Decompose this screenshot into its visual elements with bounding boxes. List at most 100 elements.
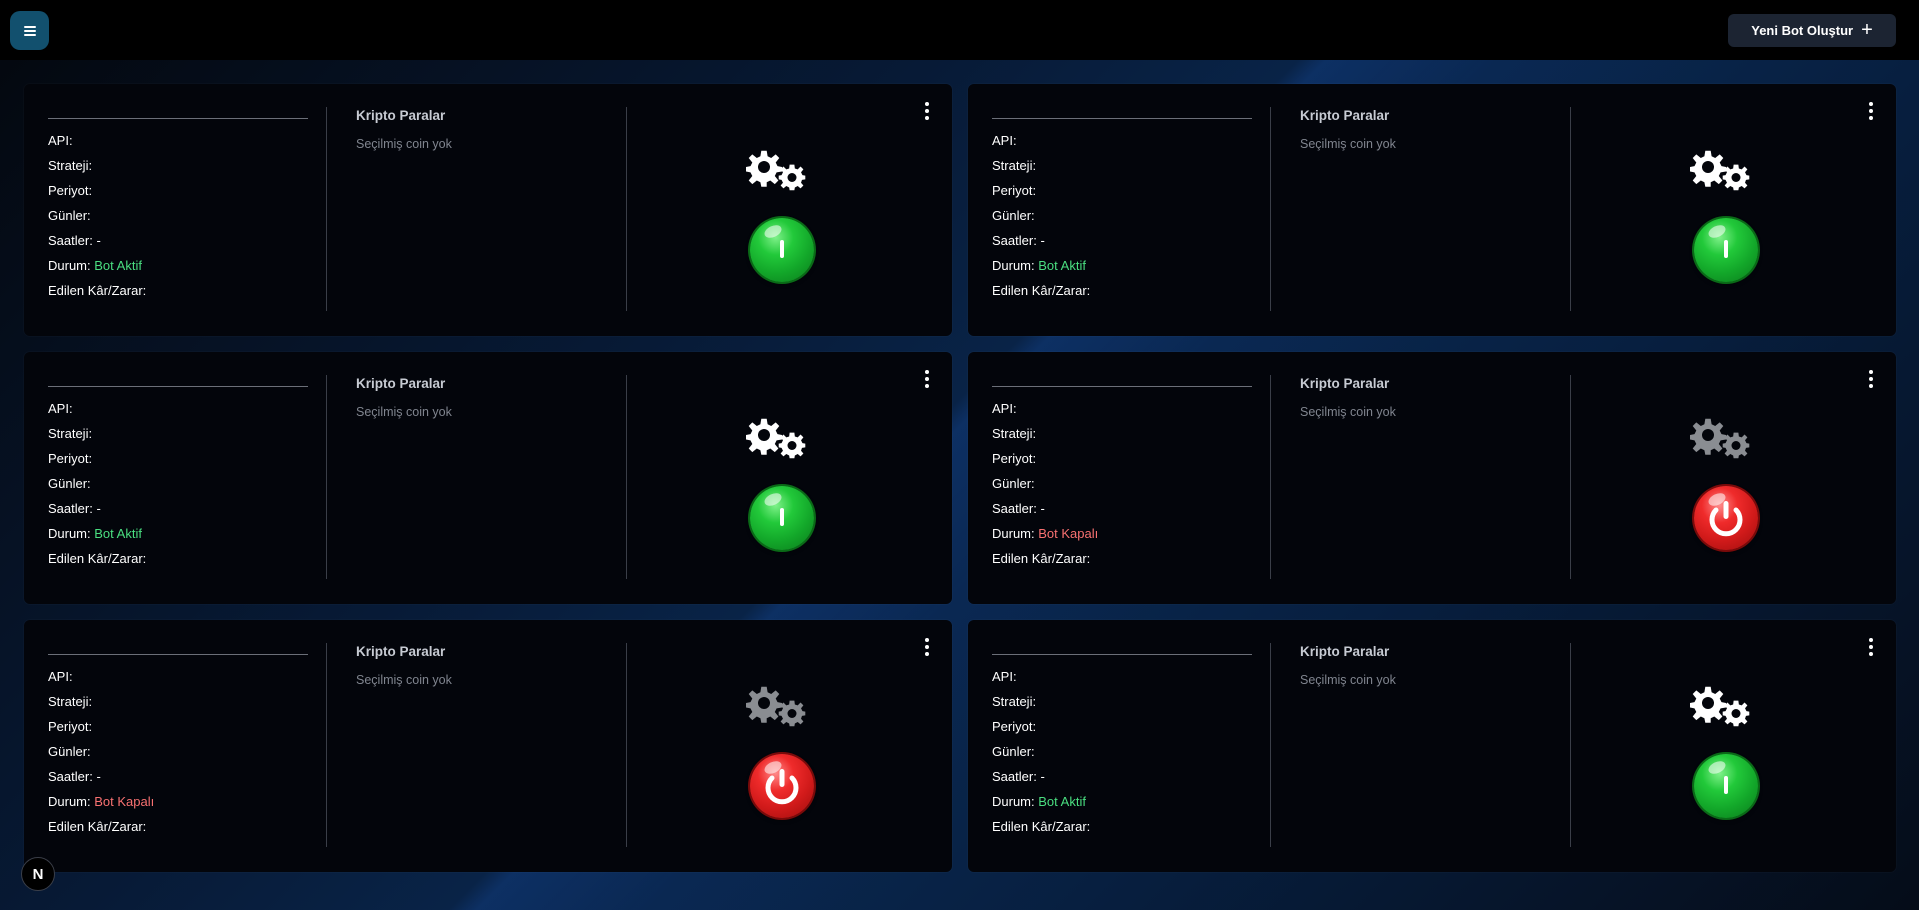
coins-title: Kripto Paralar <box>356 376 446 391</box>
strategy-row: Strateji: <box>992 694 1037 709</box>
period-row: Periyot: <box>48 719 93 734</box>
column-divider <box>326 107 327 311</box>
coins-title: Kripto Paralar <box>1300 644 1390 659</box>
power-icon <box>780 240 784 258</box>
power-button[interactable] <box>1694 486 1758 550</box>
kebab-menu-icon[interactable] <box>1864 100 1878 122</box>
pnl-row: Edilen Kâr/Zarar: <box>48 819 147 834</box>
coins-empty-text: Seçilmiş coin yok <box>356 405 452 419</box>
status-row: Durum: Bot Kapalı <box>992 526 1099 541</box>
top-bar: Yeni Bot Oluştur + <box>0 0 1919 60</box>
hours-value: - <box>96 501 101 516</box>
pnl-row: Edilen Kâr/Zarar: <box>992 283 1091 298</box>
api-row: API: <box>48 133 73 148</box>
coins-title: Kripto Paralar <box>356 108 446 123</box>
pnl-row: Edilen Kâr/Zarar: <box>992 819 1091 834</box>
power-button[interactable] <box>750 486 814 550</box>
status-value: Bot Aktif <box>1038 258 1086 273</box>
api-row: API: <box>992 669 1017 684</box>
status-value: Bot Aktif <box>94 258 142 273</box>
new-bot-button[interactable]: Yeni Bot Oluştur + <box>1728 14 1896 47</box>
pnl-row: Edilen Kâr/Zarar: <box>992 551 1091 566</box>
info-divider <box>48 654 308 655</box>
n-logo-badge[interactable]: N <box>21 857 55 891</box>
info-divider <box>48 118 308 119</box>
coins-empty-text: Seçilmiş coin yok <box>356 673 452 687</box>
kebab-menu-icon[interactable] <box>1864 368 1878 390</box>
hours-value: - <box>1040 501 1045 516</box>
bot-actions <box>1570 84 1872 336</box>
status-row: Durum: Bot Aktif <box>48 258 142 273</box>
hours-value: - <box>1040 233 1045 248</box>
gears-icon[interactable] <box>1690 150 1752 194</box>
power-button[interactable] <box>750 218 814 282</box>
coins-empty-text: Seçilmiş coin yok <box>356 137 452 151</box>
bot-card-6: API: Strateji: Periyot: Günler: Saatler:… <box>968 620 1896 872</box>
hours-value: - <box>96 233 101 248</box>
strategy-row: Strateji: <box>48 426 93 441</box>
column-divider <box>1270 643 1271 847</box>
pnl-row: Edilen Kâr/Zarar: <box>48 551 147 566</box>
api-row: API: <box>48 669 73 684</box>
gears-icon[interactable] <box>746 418 808 462</box>
kebab-menu-icon[interactable] <box>1864 636 1878 658</box>
column-divider <box>1270 375 1271 579</box>
power-icon <box>1724 776 1728 794</box>
hours-row: Saatler: - <box>48 233 101 248</box>
days-row: Günler: <box>48 208 91 223</box>
period-row: Periyot: <box>48 183 93 198</box>
power-icon <box>765 769 799 805</box>
gears-icon[interactable] <box>746 150 808 194</box>
coins-section: Kripto Paralar Seçilmiş coin yok <box>356 376 626 419</box>
kebab-menu-icon[interactable] <box>920 636 934 658</box>
hours-value: - <box>1040 769 1045 784</box>
status-value: Bot Aktif <box>1038 794 1086 809</box>
power-button[interactable] <box>750 754 814 818</box>
gears-icon[interactable] <box>746 686 808 730</box>
gears-icon[interactable] <box>1690 418 1752 462</box>
menu-button[interactable] <box>10 11 49 50</box>
coins-section: Kripto Paralar Seçilmiş coin yok <box>1300 376 1570 419</box>
column-divider <box>1270 107 1271 311</box>
coins-empty-text: Seçilmiş coin yok <box>1300 673 1396 687</box>
bot-actions <box>1570 620 1872 872</box>
coins-section: Kripto Paralar Seçilmiş coin yok <box>1300 644 1570 687</box>
period-row: Periyot: <box>48 451 93 466</box>
coins-empty-text: Seçilmiş coin yok <box>1300 137 1396 151</box>
plus-icon: + <box>1861 18 1873 41</box>
bot-actions <box>626 620 928 872</box>
bot-actions <box>1570 352 1872 604</box>
hours-row: Saatler: - <box>48 501 101 516</box>
days-row: Günler: <box>48 476 91 491</box>
hamburger-icon <box>23 25 36 36</box>
info-divider <box>992 386 1252 387</box>
days-row: Günler: <box>48 744 91 759</box>
bot-actions <box>626 84 928 336</box>
hours-row: Saatler: - <box>992 769 1045 784</box>
hours-value: - <box>96 769 101 784</box>
kebab-menu-icon[interactable] <box>920 100 934 122</box>
status-row: Durum: Bot Kapalı <box>48 794 155 809</box>
hours-row: Saatler: - <box>992 501 1045 516</box>
days-row: Günler: <box>992 744 1035 759</box>
gears-icon[interactable] <box>1690 686 1752 730</box>
info-divider <box>48 386 308 387</box>
bot-card-3: API: Strateji: Periyot: Günler: Saatler:… <box>24 352 952 604</box>
api-row: API: <box>992 401 1017 416</box>
pnl-row: Edilen Kâr/Zarar: <box>48 283 147 298</box>
coins-empty-text: Seçilmiş coin yok <box>1300 405 1396 419</box>
coins-section: Kripto Paralar Seçilmiş coin yok <box>356 108 626 151</box>
kebab-menu-icon[interactable] <box>920 368 934 390</box>
status-value: Bot Aktif <box>94 526 142 541</box>
power-icon <box>1724 240 1728 258</box>
power-button[interactable] <box>1694 218 1758 282</box>
coins-title: Kripto Paralar <box>356 644 446 659</box>
status-row: Durum: Bot Aktif <box>992 258 1086 273</box>
power-button[interactable] <box>1694 754 1758 818</box>
info-divider <box>992 118 1252 119</box>
bot-actions <box>626 352 928 604</box>
period-row: Periyot: <box>992 183 1037 198</box>
column-divider <box>326 375 327 579</box>
bot-card-2: API: Strateji: Periyot: Günler: Saatler:… <box>968 84 1896 336</box>
status-row: Durum: Bot Aktif <box>48 526 142 541</box>
